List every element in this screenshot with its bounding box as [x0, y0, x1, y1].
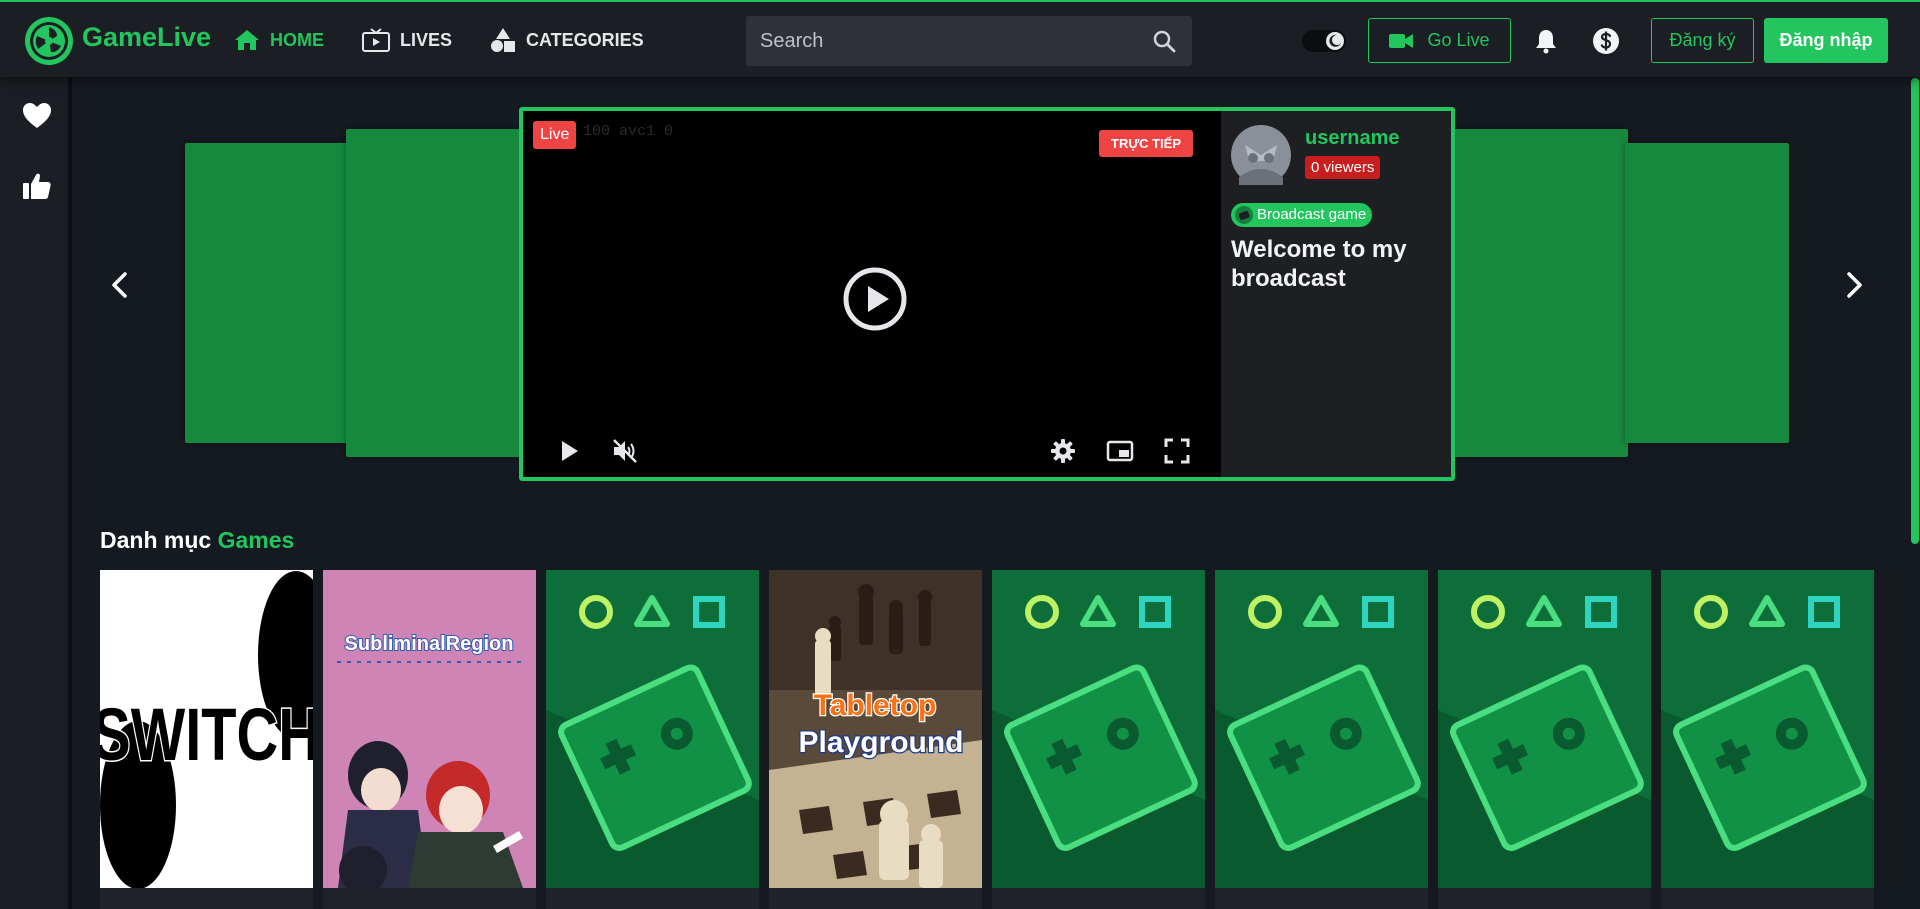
heart-icon[interactable] — [22, 101, 52, 131]
go-live-label: Go Live — [1427, 30, 1490, 50]
muted-icon[interactable] — [611, 437, 639, 465]
carousel-card-right-inner[interactable] — [1450, 129, 1628, 457]
game-card-placeholder[interactable] — [546, 570, 759, 888]
settings-gear-icon[interactable] — [1049, 437, 1077, 465]
game-card-placeholder[interactable] — [1215, 570, 1428, 888]
game-card-subliminal-region[interactable]: SubliminalRegion — [323, 570, 536, 888]
video-debug-text: 100 avc1 0 — [583, 123, 674, 140]
picture-in-picture-icon[interactable] — [1106, 437, 1134, 465]
chess-cover-art: Tabletop Playground — [769, 570, 982, 888]
stream-title[interactable]: Welcome to my broadcast — [1231, 235, 1446, 293]
controller-placeholder-art — [1215, 570, 1428, 888]
brand-name[interactable]: GameLive — [82, 22, 211, 53]
big-play-icon[interactable] — [842, 266, 908, 332]
home-icon — [235, 30, 259, 50]
login-button[interactable]: Đăng nhập — [1764, 18, 1888, 63]
top-header: GameLive HOME LIVES CATEGORIES Search Go… — [0, 0, 1920, 77]
scrollbar-thumb[interactable] — [1911, 78, 1919, 544]
stream-info-panel: username 0 viewers Broadcast game Welcom… — [1221, 111, 1451, 477]
moon-icon — [1326, 32, 1344, 50]
avatar[interactable] — [1231, 125, 1291, 185]
nav-home[interactable]: HOME — [234, 28, 324, 52]
card-footer — [546, 888, 759, 909]
card-footer — [769, 888, 982, 909]
controller-placeholder-art — [1661, 570, 1874, 888]
gamelive-logo-icon[interactable] — [24, 16, 74, 66]
tabletop-title-line1: Tabletop — [814, 689, 937, 722]
theme-toggle[interactable] — [1302, 30, 1346, 52]
game-card-switch[interactable]: SWITCH — [100, 570, 313, 888]
card-footer — [323, 888, 536, 909]
carousel-next-icon[interactable] — [1838, 270, 1868, 300]
game-card-placeholder[interactable] — [992, 570, 1205, 888]
video-player[interactable]: 100 avc1 0 Live TRỰC TIẾP — [523, 111, 1221, 477]
card-footer — [1215, 888, 1428, 909]
live-badge: Live — [533, 121, 577, 149]
section-title-prefix: Danh mục — [100, 527, 212, 553]
dollar-icon[interactable] — [1592, 27, 1620, 55]
go-live-button[interactable]: Go Live — [1368, 18, 1511, 63]
carousel-prev-icon[interactable] — [106, 270, 136, 300]
register-button[interactable]: Đăng ký — [1651, 18, 1754, 63]
featured-stream: 100 avc1 0 Live TRỰC TIẾP username 0 vie… — [519, 107, 1455, 481]
truc-tiep-badge: TRỰC TIẾP — [1099, 130, 1194, 157]
streamer-username[interactable]: username — [1305, 127, 1400, 150]
nav-home-label: HOME — [270, 29, 324, 50]
card-footer — [992, 888, 1205, 909]
carousel-card-right-outer[interactable] — [1625, 143, 1789, 443]
search-input[interactable] — [760, 16, 1120, 66]
shapes-icon — [491, 28, 515, 52]
search-bar — [746, 16, 1192, 66]
controller-placeholder-art — [1438, 570, 1651, 888]
tabletop-title-line2: Playground — [798, 726, 963, 759]
game-card-placeholder[interactable] — [1438, 570, 1651, 888]
left-sidebar — [0, 77, 72, 909]
game-card-placeholder[interactable] — [1661, 570, 1874, 888]
play-icon[interactable] — [555, 437, 583, 465]
tv-icon — [362, 28, 390, 52]
carousel-card-left-inner[interactable] — [346, 129, 524, 457]
video-camera-icon — [1389, 33, 1414, 48]
card-footer — [1438, 888, 1651, 909]
nav-lives[interactable]: LIVES — [362, 28, 452, 52]
card-footer — [100, 888, 313, 909]
thumbs-up-icon[interactable] — [22, 171, 52, 201]
switch-cover-art: SWITCH — [100, 570, 313, 888]
game-card-tabletop-playground[interactable]: Tabletop Playground — [769, 570, 982, 888]
nav-categories[interactable]: CATEGORIES — [490, 28, 644, 52]
section-title-highlight: Games — [217, 527, 295, 553]
bell-icon[interactable] — [1533, 28, 1559, 54]
subliminal-title-text: SubliminalRegion — [345, 633, 514, 655]
search-icon[interactable] — [1152, 29, 1176, 53]
controller-placeholder-art — [546, 570, 759, 888]
fullscreen-icon[interactable] — [1163, 437, 1191, 465]
game-tag-label: Broadcast game — [1257, 206, 1367, 223]
controller-placeholder-art — [992, 570, 1205, 888]
viewer-count-badge: 0 viewers — [1305, 156, 1381, 179]
card-footer — [1661, 888, 1874, 909]
switch-logo-text: SWITCH — [100, 694, 313, 777]
section-title: Danh mục Games — [100, 527, 294, 554]
nav-lives-label: LIVES — [400, 29, 453, 50]
game-tag[interactable]: Broadcast game — [1231, 203, 1373, 227]
game-tag-icon — [1235, 206, 1253, 224]
anime-cover-art: SubliminalRegion — [323, 570, 536, 888]
nav-categories-label: CATEGORIES — [526, 29, 644, 50]
carousel-card-left-outer[interactable] — [185, 143, 349, 443]
